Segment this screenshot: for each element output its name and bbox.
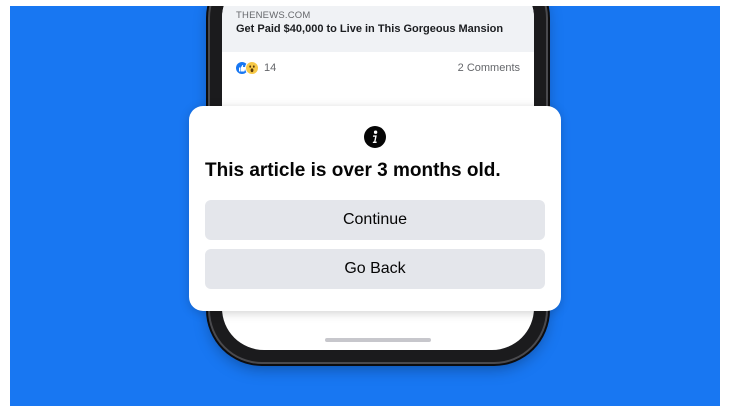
home-indicator [325, 338, 431, 342]
reaction-count[interactable]: 14 [264, 62, 276, 74]
link-preview-card[interactable]: THENEWS.COM Get Paid $40,000 to Live in … [222, 6, 534, 52]
reactions-row: 14 2 Comments [236, 60, 520, 78]
info-icon [364, 126, 386, 148]
comments-count[interactable]: 2 Comments [458, 62, 520, 74]
article-age-dialog: This article is over 3 months old. Conti… [189, 106, 561, 311]
continue-button[interactable]: Continue [205, 200, 545, 240]
link-source: THENEWS.COM [236, 10, 311, 21]
promo-background: THENEWS.COM Get Paid $40,000 to Live in … [10, 6, 720, 406]
dialog-message: This article is over 3 months old. [205, 160, 501, 181]
link-headline: Get Paid $40,000 to Live in This Gorgeou… [236, 23, 504, 35]
wow-icon[interactable] [246, 62, 258, 74]
go-back-button[interactable]: Go Back [205, 249, 545, 289]
